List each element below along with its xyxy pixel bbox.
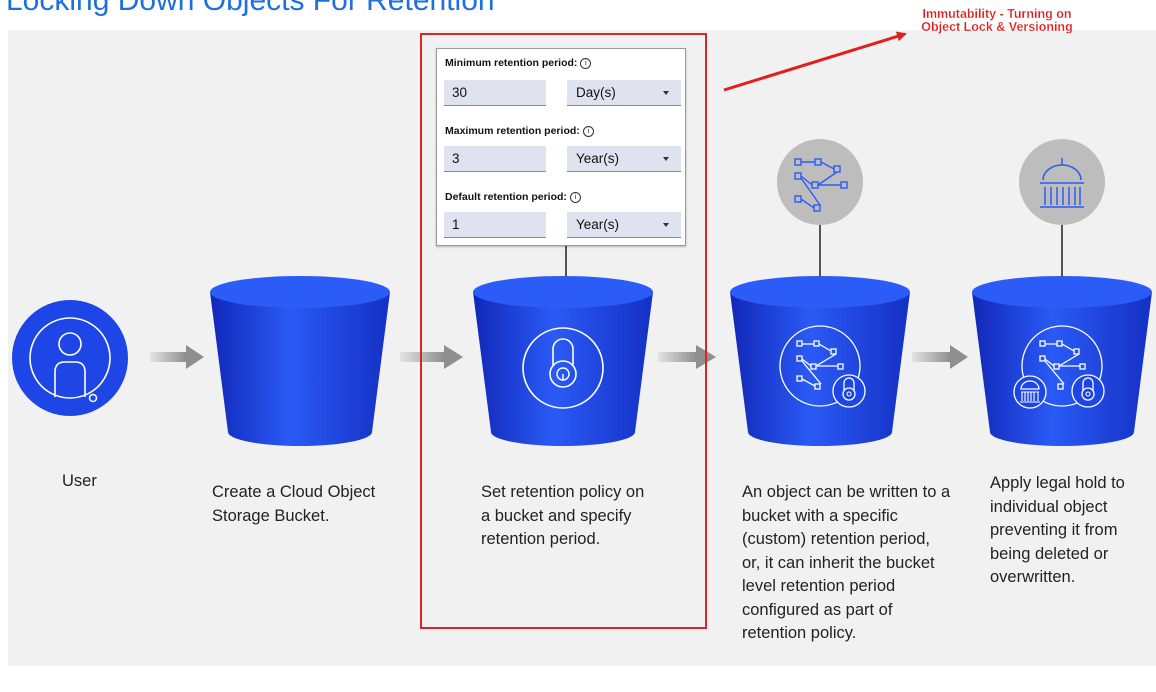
info-icon[interactable]: i [569,191,581,203]
step-caption-legal-hold: Apply legal hold to individual object pr… [990,474,1125,586]
min-retention-unit-select[interactable]: Day(s) [567,80,681,106]
chevron-down-icon [663,223,669,227]
annotation-arrow [723,31,907,92]
user-icon [12,300,128,416]
default-retention-input[interactable]: 1 [444,212,546,238]
immutability-annotation: Immutability - Turning on Object Lock & … [904,7,1090,34]
min-retention-label: Minimum retention period: i [445,57,592,69]
bucket-object [730,276,910,446]
min-retention-unit-value: Day(s) [576,85,616,100]
flow-arrow-4 [912,345,968,369]
legal-hold-badge-icon [1013,375,1047,409]
default-retention-unit-select[interactable]: Year(s) [567,212,681,238]
default-retention-unit-value: Year(s) [576,217,620,232]
max-retention-unit-value: Year(s) [576,151,620,166]
legal-hold-circle-icon [1019,139,1105,225]
lock-badge-icon [1071,374,1105,408]
bucket-legal-hold [972,276,1152,446]
object-network-circle-icon [777,139,863,225]
info-icon[interactable]: i [582,125,594,137]
min-retention-input[interactable]: 30 [444,80,546,106]
retention-settings-form: Minimum retention period: i 30 Day(s) Max… [436,48,686,246]
max-retention-label: Maximum retention period: i [445,125,594,137]
step-caption-object-write: An object can be written to a bucket wit… [742,483,951,642]
default-retention-label: Default retention period: i [445,191,581,203]
info-icon[interactable]: i [580,57,592,69]
flow-arrow-1 [150,345,204,369]
step-caption-create-bucket: Create a Cloud Object Storage Bucket. [212,483,376,525]
step-caption-retention-policy: Set retention policy on a bucket and spe… [481,483,645,548]
max-retention-input[interactable]: 3 [444,146,546,172]
chevron-down-icon [663,157,669,161]
annotation-line-2: Object Lock & Versioning [921,20,1073,34]
max-retention-unit-select[interactable]: Year(s) [567,146,681,172]
step-caption-user: User [62,472,97,490]
bucket-icon [210,276,390,446]
lock-badge-icon [832,374,866,408]
chevron-down-icon [663,91,669,95]
